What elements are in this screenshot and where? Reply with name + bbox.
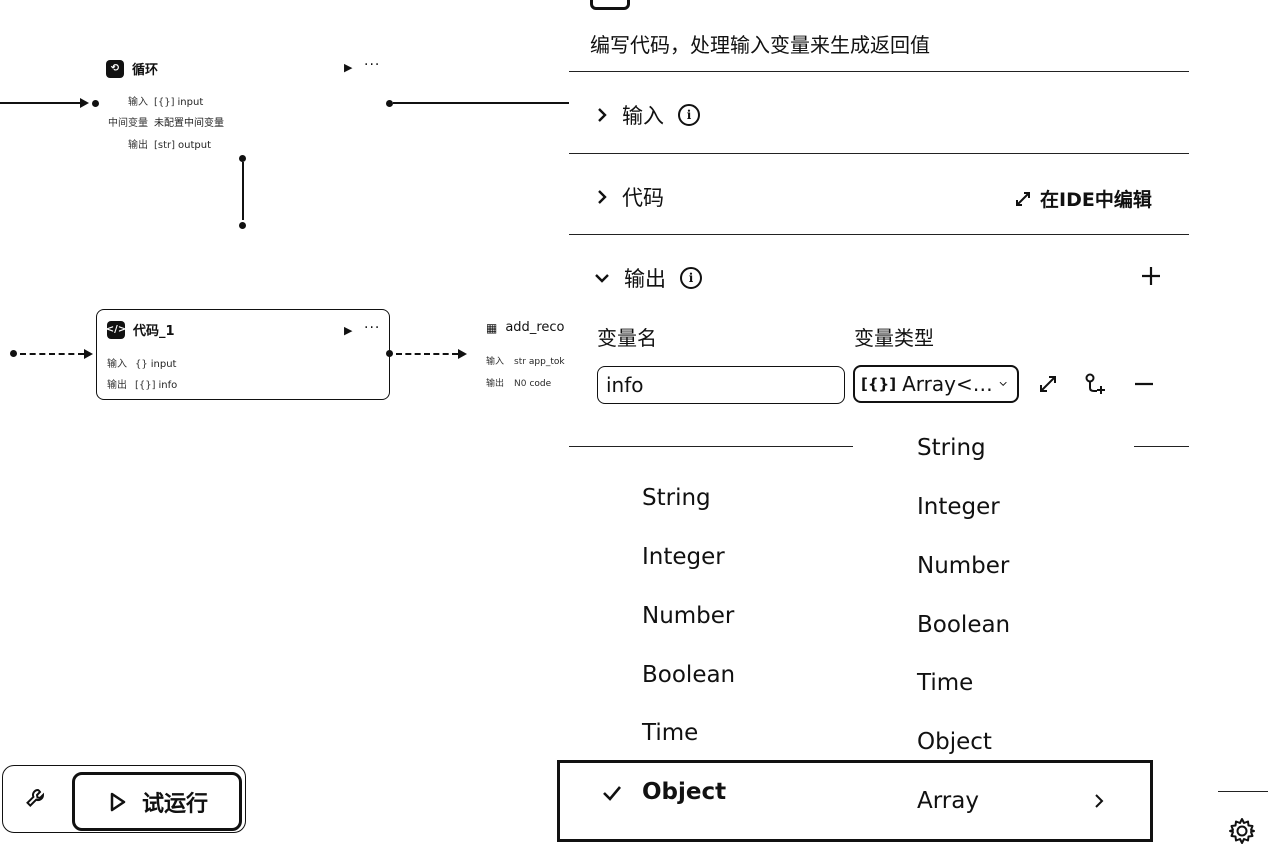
add-record-header: ▦ add_reco xyxy=(486,320,564,335)
variable-type-value: Array<… xyxy=(902,372,993,396)
loop-input-row: 输入[{}] input xyxy=(128,97,204,108)
add-output-row: 输出 N0 code xyxy=(486,379,552,389)
test-run-label: 试运行 xyxy=(141,791,208,817)
type-option-object[interactable]: Object xyxy=(642,779,726,805)
edge-into-code xyxy=(20,353,84,355)
code-output-row: 输出[{}] info xyxy=(107,380,178,391)
code-icon: </> xyxy=(106,320,126,339)
edge-start-port[interactable] xyxy=(10,350,17,357)
edit-in-ide-link[interactable]: 在IDE中编辑 xyxy=(1014,185,1152,212)
subtype-option-object[interactable]: Object xyxy=(917,729,992,755)
chevron-right-icon xyxy=(598,190,607,204)
expand-row-button[interactable] xyxy=(1038,374,1058,398)
subtype-option-integer[interactable]: Integer xyxy=(917,494,1000,520)
check-icon xyxy=(602,784,622,806)
gear-icon[interactable] xyxy=(1227,816,1257,850)
type-option-string[interactable]: String xyxy=(642,485,711,511)
edge-arrow xyxy=(80,98,89,108)
section-input-title: 输入 xyxy=(622,104,664,128)
run-node-icon[interactable]: ▶ xyxy=(344,61,352,74)
type-option-boolean[interactable]: Boolean xyxy=(642,662,735,688)
loop-output-row: 输出 [str] output xyxy=(128,140,212,151)
code-node-header: </> 代码_1 xyxy=(106,320,175,339)
section-output-title: 输出 xyxy=(624,267,666,291)
loop-body-port-bottom[interactable] xyxy=(239,222,246,229)
expand-diagonal-icon xyxy=(1016,191,1030,206)
type-option-time[interactable]: Time xyxy=(642,720,698,746)
divider xyxy=(1218,791,1268,792)
edge-arrow xyxy=(84,349,93,359)
loop-node-header: ⟲ 循环 xyxy=(106,59,158,78)
plus-icon xyxy=(1142,267,1160,285)
play-icon xyxy=(110,792,126,811)
add-input-row: 输入 str app_tok xyxy=(486,357,565,367)
add-record-title: add_reco xyxy=(505,320,565,335)
loop-intermediate-row: 中间变量 未配置中间变量 xyxy=(108,118,224,129)
type-option-integer[interactable]: Integer xyxy=(642,544,725,570)
panel-description: 编写代码，处理输入变量来生成返回值 xyxy=(590,33,930,57)
more-icon[interactable]: ··· xyxy=(364,57,380,73)
code-node[interactable]: </> 代码_1 ▶ ··· 输入{} input 输出[{}] info xyxy=(96,309,390,400)
code-input-row: 输入{} input xyxy=(107,359,177,370)
chevron-right-icon xyxy=(598,108,607,122)
wrench-icon[interactable] xyxy=(24,786,48,810)
loop-body-edge xyxy=(242,162,244,220)
col-header-type: 变量类型 xyxy=(854,326,934,350)
loop-input-port[interactable] xyxy=(92,100,99,107)
more-icon[interactable]: ··· xyxy=(364,320,380,336)
divider xyxy=(569,71,1189,72)
variable-name-input[interactable]: info xyxy=(597,366,845,404)
code-output-port[interactable] xyxy=(386,350,393,357)
col-header-name: 变量名 xyxy=(597,326,657,350)
section-code-header[interactable]: 代码 xyxy=(596,182,664,212)
info-icon[interactable]: i xyxy=(680,267,702,289)
chevron-down-icon xyxy=(999,381,1007,387)
subtype-option-array[interactable]: Array xyxy=(917,788,979,814)
edge-out-code xyxy=(396,353,458,355)
edit-in-ide-label: 在IDE中编辑 xyxy=(1040,189,1152,211)
section-input-header[interactable]: 输入 i xyxy=(596,100,700,130)
loop-body-port-top[interactable] xyxy=(239,155,246,162)
minus-icon xyxy=(1135,382,1153,386)
type-option-number[interactable]: Number xyxy=(642,603,734,629)
divider xyxy=(569,234,1189,235)
remove-row-button[interactable] xyxy=(1133,373,1155,399)
run-node-icon[interactable]: ▶ xyxy=(344,324,352,337)
chevron-right-icon xyxy=(1093,792,1105,814)
loop-output-port[interactable] xyxy=(386,100,393,107)
array-type-icon: [{}] xyxy=(861,375,897,393)
loop-icon: ⟲ xyxy=(106,59,124,78)
subtype-option-time[interactable]: Time xyxy=(917,670,973,696)
code-node-title: 代码_1 xyxy=(133,324,175,339)
test-run-button[interactable]: 试运行 xyxy=(72,772,242,831)
divider xyxy=(569,446,853,447)
edge-into-loop xyxy=(0,102,80,104)
subtype-option-string[interactable]: String xyxy=(917,435,986,461)
expand-diagonal-icon xyxy=(1040,376,1056,392)
loop-node[interactable]: ⟲ 循环 ▶ ··· 输入[{}] input 中间变量 未配置中间变量 输出 [st… xyxy=(100,55,390,155)
table-icon: ▦ xyxy=(486,320,498,335)
chevron-down-icon xyxy=(595,274,609,283)
divider xyxy=(1134,446,1189,447)
add-output-button[interactable] xyxy=(1140,265,1162,291)
edge-arrow xyxy=(458,349,467,359)
section-code-title: 代码 xyxy=(622,186,664,210)
divider xyxy=(569,153,1189,154)
loop-node-title: 循环 xyxy=(132,63,159,78)
info-icon[interactable]: i xyxy=(678,104,700,126)
edge-out-loop xyxy=(393,102,569,104)
subtype-option-boolean[interactable]: Boolean xyxy=(917,612,1010,638)
add-record-node[interactable]: ▦ add_reco 输入 str app_tok 输出 N0 code xyxy=(486,318,569,398)
add-child-button[interactable] xyxy=(1084,372,1108,400)
add-child-icon xyxy=(1085,373,1105,394)
panel-header-icon xyxy=(590,0,630,10)
subtype-option-number[interactable]: Number xyxy=(917,553,1009,579)
section-output-header[interactable]: 输出 i xyxy=(594,263,702,293)
variable-name-value: info xyxy=(606,373,644,397)
variable-type-select[interactable]: [{}] Array<… xyxy=(853,365,1019,403)
